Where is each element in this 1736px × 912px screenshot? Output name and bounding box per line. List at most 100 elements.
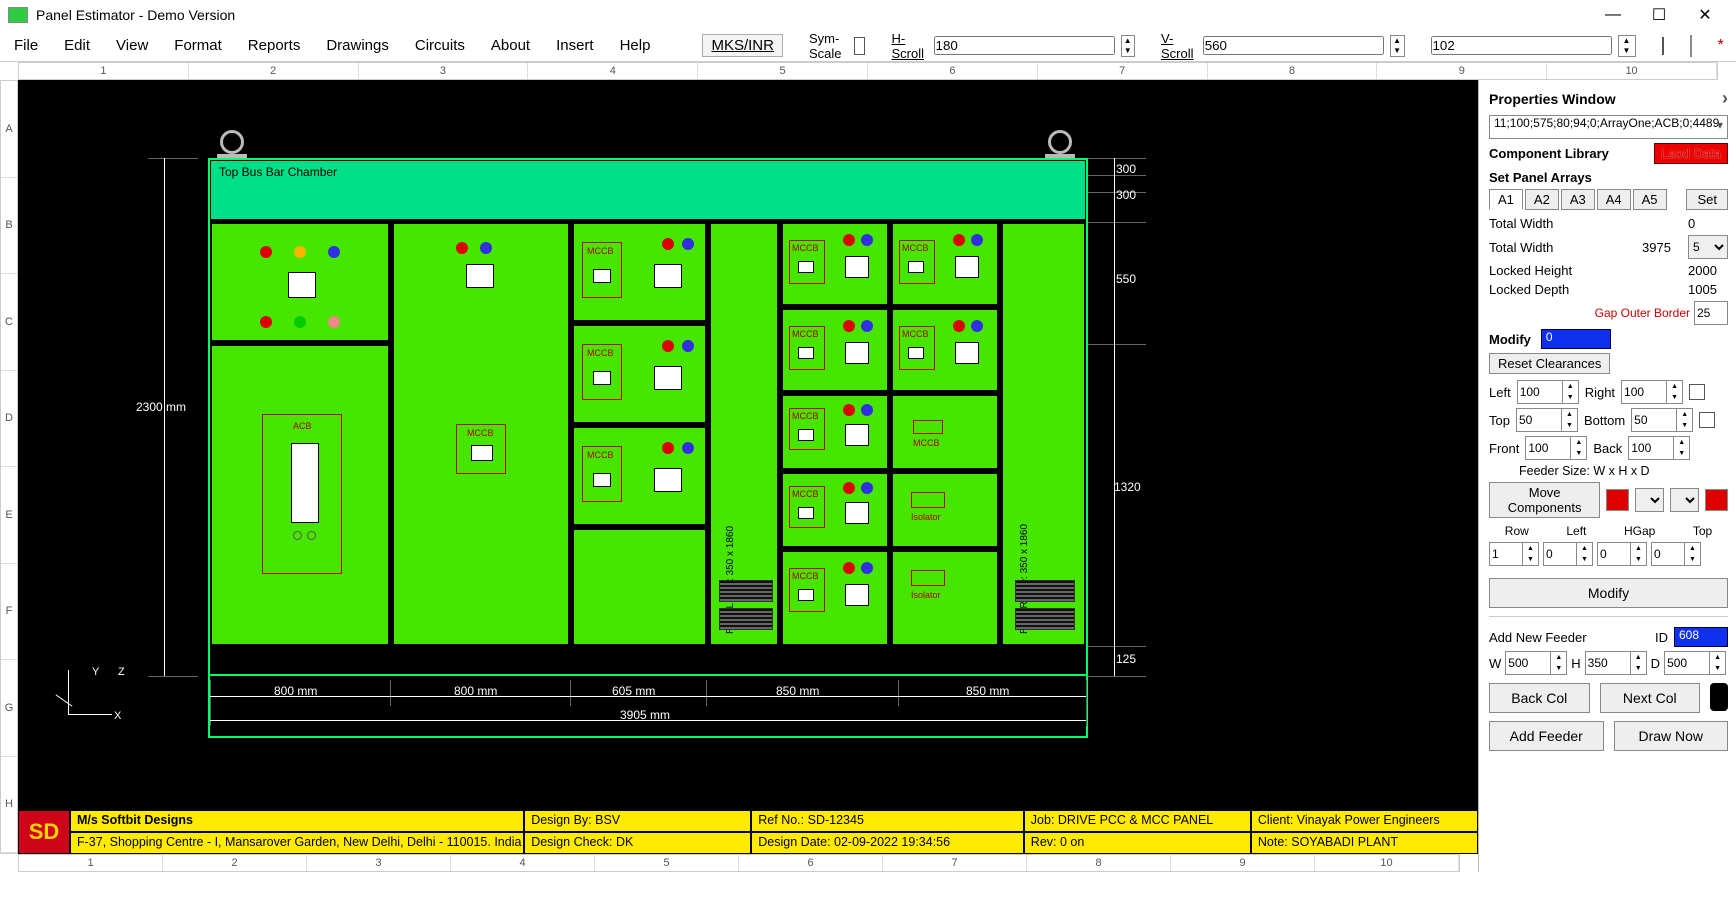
zoom-input[interactable] [1431,36,1612,55]
footer-rev: Rev: 0 on [1024,832,1251,854]
set-button[interactable]: Set [1686,189,1728,210]
id-field[interactable]: 608 [1674,627,1728,647]
gap-outer-border-label: Gap Outer Border [1595,306,1690,320]
ruler-bottom: 12345 678910 [18,854,1460,872]
menu-drawings[interactable]: Drawings [326,37,389,54]
properties-header: Properties Window› [1489,88,1728,109]
color-a-select[interactable] [1635,488,1664,512]
canvas-area: ABCD EFGH ABCD EFGH 12345 678910 Top Bus… [0,80,1478,872]
array-count-select[interactable]: 5 [1688,235,1728,259]
menu-format[interactable]: Format [174,37,222,54]
feeder-c1r2-acb[interactable]: ACB [210,344,390,646]
hgap-input[interactable] [1597,542,1631,566]
footer-design-by: Design By: BSV [524,810,751,832]
front-input[interactable] [1525,436,1571,460]
feeder-c3r1[interactable]: MCCB [572,222,707,322]
gap-input[interactable] [1694,301,1728,325]
close-button[interactable]: ✕ [1682,0,1728,30]
maximize-button[interactable]: ☐ [1636,0,1682,30]
top2-input[interactable] [1651,542,1685,566]
top-busbar-chamber[interactable]: Top Bus Bar Chamber [210,160,1086,220]
feeder-c4a-r2[interactable]: MCCB [781,308,889,392]
vscroll-input[interactable] [1203,36,1384,55]
feeder-c4a-r3[interactable]: MCCB [781,394,889,470]
lr-checkbox[interactable] [1689,384,1705,400]
feeder-c4b-r5[interactable]: Isolator [891,550,999,646]
feeder-c3r2[interactable]: MCCB [572,324,707,424]
toolbar-checkbox[interactable] [1662,37,1664,55]
reset-clearances-button[interactable]: Reset Clearances [1489,353,1610,374]
add-feeder-button[interactable]: Add Feeder [1489,721,1604,751]
menubar: File Edit View Format Reports Drawings C… [0,30,1736,62]
move-components-button[interactable]: Move Components [1489,482,1600,518]
tab-a2[interactable]: A2 [1525,189,1559,210]
titlebar: Panel Estimator - Demo Version — ☐ ✕ [0,0,1736,30]
properties-combo[interactable]: 11;100;575;80;94;0;ArrayOne;ACB;0;4489 [1489,115,1728,139]
vscroll-spinner[interactable]: ▲▼ [1390,35,1405,57]
modify-button[interactable]: Modify [1489,578,1728,608]
symscale-checkbox[interactable] [854,37,866,55]
feeder-c2r1[interactable]: MCCB [392,222,570,646]
tab-a5[interactable]: A5 [1633,189,1667,210]
tab-a3[interactable]: A3 [1561,189,1595,210]
h-input[interactable] [1585,651,1631,675]
cable-alley-c3[interactable]: R/C4/L Size: 350 x 1860 [709,222,779,646]
menu-reports[interactable]: Reports [248,37,301,54]
chevron-right-icon[interactable]: › [1722,88,1728,109]
units-button[interactable]: MKS/INR [702,34,783,57]
cable-alley-c5[interactable]: R/C5/R Size: 350 x 1860 [1001,222,1086,646]
tab-a4[interactable]: A4 [1597,189,1631,210]
left2-input[interactable] [1543,542,1577,566]
feeder-c4b-r4[interactable]: Isolator [891,472,999,548]
hscroll-spinner[interactable]: ▲▼ [1121,35,1135,57]
w-input[interactable] [1505,651,1551,675]
menu-insert[interactable]: Insert [556,37,594,54]
component-library-label: Component Library [1489,146,1648,161]
menu-view[interactable]: View [116,37,148,54]
feeder-c3r3[interactable]: MCCB [572,426,707,526]
d-input[interactable] [1664,651,1710,675]
properties-panel: Properties Window› 11;100;575;80;94;0;Ar… [1478,80,1736,872]
footer-design-check: Design Check: DK [524,832,751,854]
feeder-c4b-r1[interactable]: MCCB [891,222,999,306]
modify-field[interactable]: 0 [1541,329,1611,349]
back-input[interactable] [1628,436,1674,460]
menu-help[interactable]: Help [620,37,651,54]
draw-now-button[interactable]: Draw Now [1614,721,1729,751]
color-swatch-red[interactable] [1606,489,1629,511]
column-indicator-icon [1710,683,1728,711]
next-col-button[interactable]: Next Col [1600,683,1701,713]
tab-a1[interactable]: A1 [1489,189,1523,210]
left-input[interactable] [1517,380,1563,404]
feeder-c4b-r2[interactable]: MCCB [891,308,999,392]
ruler-top: 12345 678910 [18,62,1718,80]
tb-checkbox[interactable] [1699,412,1715,428]
hscroll-input[interactable] [934,36,1115,55]
footer-note: Note: SOYABADI PLANT [1251,832,1478,854]
menu-circuits[interactable]: Circuits [415,37,465,54]
feeder-c4a-r4[interactable]: MCCB [781,472,889,548]
minimize-button[interactable]: — [1590,0,1636,30]
lifting-lug-icon [220,130,244,154]
feeder-c4b-r3[interactable]: MCCB [891,394,999,470]
menu-file[interactable]: File [14,37,38,54]
row-input[interactable] [1489,542,1523,566]
bottom-input[interactable] [1631,408,1677,432]
top-input[interactable] [1516,408,1562,432]
menu-about[interactable]: About [491,37,530,54]
load-data-button[interactable]: Laod Data [1654,143,1728,164]
color-b-select[interactable] [1670,488,1699,512]
drawing-canvas[interactable]: Top Bus Bar Chamber ACB [18,80,1478,854]
back-col-button[interactable]: Back Col [1489,683,1590,713]
footer-address: F-37, Shopping Centre - I, Mansarover Ga… [70,832,524,854]
feeder-c3-fill[interactable] [572,528,707,646]
drawing-footer: SD M/s Softbit Designs Design By: BSV Re… [18,810,1478,854]
feeder-c4a-r5[interactable]: MCCB [781,550,889,646]
zoom-spinner[interactable]: ▲▼ [1618,35,1636,57]
menu-edit[interactable]: Edit [64,37,90,54]
color-swatch-red2[interactable] [1705,489,1728,511]
toolbar-colorbox[interactable] [1690,35,1692,57]
feeder-c1r1[interactable] [210,222,390,342]
right-input[interactable] [1621,380,1667,404]
feeder-c4a-r1[interactable]: MCCB [781,222,889,306]
